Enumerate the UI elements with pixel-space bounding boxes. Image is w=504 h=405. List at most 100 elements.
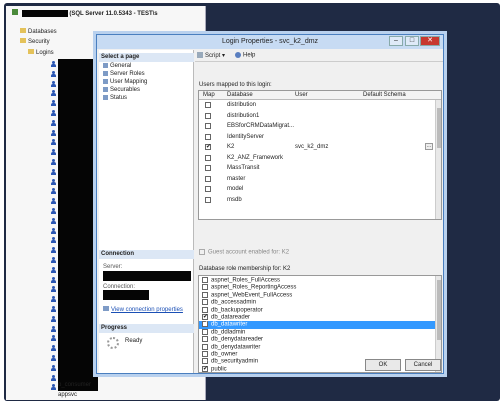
map-checkbox[interactable] — [205, 102, 211, 108]
map-checkbox[interactable] — [205, 175, 211, 182]
login-user-icon — [50, 296, 57, 303]
help-label: Help — [243, 52, 256, 59]
grid-scroll-thumb[interactable] — [437, 108, 441, 148]
mapping-row[interactable]: K2_ANZ_Framework — [199, 154, 435, 163]
minimize-button[interactable]: – — [389, 36, 403, 46]
map-checkbox[interactable] — [205, 133, 211, 140]
login-user-icon — [50, 119, 57, 126]
page-icon — [103, 71, 108, 76]
help-button[interactable]: Help — [235, 52, 255, 59]
role-checkbox[interactable] — [202, 351, 208, 357]
login-item[interactable]: appsvc — [58, 392, 77, 400]
mapping-row[interactable]: msdb — [199, 196, 435, 205]
page-status[interactable]: Status — [103, 95, 127, 103]
user-mapping-pane: Script ▾ Help Users mapped to this login… — [195, 50, 443, 373]
role-checkbox[interactable] — [202, 306, 208, 313]
server-label: Server: — [103, 264, 123, 270]
role-checkbox[interactable] — [202, 336, 208, 343]
database-name: IdentityServer — [227, 133, 265, 140]
login-user-icon — [50, 345, 57, 352]
guest-label: Guest account enabled for: K2 — [208, 249, 290, 256]
role-checkbox[interactable] — [202, 343, 208, 350]
view-connection-properties-link[interactable]: View connection properties — [103, 306, 183, 313]
grid-scrollbar[interactable] — [435, 100, 441, 219]
login-user-icon — [50, 159, 57, 165]
map-checkbox[interactable] — [205, 123, 211, 129]
role-checkbox[interactable] — [202, 358, 208, 365]
cancel-button[interactable]: Cancel — [405, 359, 441, 371]
page-label: Status — [110, 95, 128, 102]
page-icon — [103, 95, 108, 100]
role-checkbox[interactable] — [202, 284, 208, 291]
login-item[interactable]: o_consumer — [58, 382, 91, 390]
mapping-row[interactable]: distribution — [199, 101, 435, 110]
login-user-icon — [50, 70, 57, 77]
mapping-row[interactable]: EBSforCRMDataMigrat... — [199, 122, 435, 131]
page-server-roles[interactable]: Server Roles — [103, 71, 145, 79]
select-page-heading: Select a page — [99, 53, 194, 62]
role-checkbox[interactable] — [202, 328, 208, 335]
login-user-icon — [50, 315, 57, 322]
roles-scrollbar[interactable] — [435, 276, 441, 372]
mapping-row[interactable]: ✔ K2 svc_k2_dmz... — [199, 143, 435, 152]
login-user-icon — [50, 110, 57, 116]
page-user-mapping[interactable]: User Mapping — [103, 79, 147, 87]
mapping-row[interactable]: model — [199, 185, 435, 194]
roles-scroll-thumb[interactable] — [437, 280, 441, 340]
login-user-icon — [50, 178, 57, 185]
script-button[interactable]: Script ▾ — [197, 52, 225, 59]
server-icon — [12, 9, 18, 15]
database-name: model — [227, 186, 244, 192]
ok-button[interactable]: OK — [365, 359, 401, 371]
close-button[interactable]: ✕ — [420, 36, 440, 46]
grid-header: Map Database User Default Schema — [199, 91, 441, 100]
role-checkbox[interactable] — [202, 277, 208, 283]
login-user-icon — [50, 217, 57, 224]
page-label: User Mapping — [110, 79, 148, 86]
checked-checkbox[interactable]: ✔ — [202, 365, 208, 372]
maximize-button[interactable]: □ — [405, 36, 419, 46]
mapped-user[interactable]: svc_k2_dmz — [295, 144, 328, 150]
checked-checkbox[interactable]: ✔ — [202, 314, 208, 320]
role-name: db_backupoperator — [211, 307, 263, 314]
map-checkbox[interactable] — [205, 154, 211, 161]
mapping-row[interactable]: IdentityServer — [199, 133, 435, 142]
title-bar[interactable]: Login Properties - svc_k2_dmz – □ ✕ — [97, 35, 443, 49]
checked-checkbox[interactable]: ✔ — [202, 321, 208, 328]
login-properties-dialog: Login Properties - svc_k2_dmz – □ ✕ Sele… — [96, 34, 444, 374]
login-user-icon — [50, 188, 57, 195]
schema-browse-button[interactable]: ... — [425, 143, 433, 150]
role-name: aspnet_Roles_FullAccess — [211, 277, 281, 284]
login-user-icon — [50, 100, 57, 107]
tree-logins[interactable]: Logins — [28, 49, 54, 57]
checkbox-box — [199, 249, 205, 255]
role-name: public — [211, 366, 227, 373]
page-securables[interactable]: Securables — [103, 87, 140, 95]
tree-security[interactable]: Security — [20, 38, 50, 46]
role-membership-label: Database role membership for: K2 — [199, 266, 291, 272]
page-icon — [103, 79, 108, 84]
role-name: aspnet_Roles_ReportingAccess — [211, 284, 297, 291]
script-label: Script — [205, 53, 221, 59]
page-label: General — [110, 63, 132, 70]
role-name: db_denydatareader — [211, 336, 264, 343]
login-name: o_consumer — [58, 382, 92, 388]
role-checkbox[interactable] — [202, 299, 208, 306]
map-checkbox[interactable] — [205, 112, 211, 119]
map-checkbox[interactable] — [205, 186, 211, 192]
mapping-row[interactable]: MassTransit — [199, 164, 435, 173]
role-checkbox[interactable] — [202, 291, 208, 298]
mapping-row[interactable]: master — [199, 175, 435, 184]
redacted-login-names — [58, 59, 98, 391]
page-general[interactable]: General — [103, 63, 131, 71]
map-checkbox[interactable] — [205, 165, 211, 171]
map-checkbox[interactable] — [205, 196, 211, 203]
login-user-icon — [50, 355, 57, 361]
login-user-icon — [50, 80, 57, 87]
mapping-row[interactable]: distribution1 — [199, 112, 435, 121]
guest-account-checkbox[interactable]: Guest account enabled for: K2 — [199, 249, 289, 256]
role-name: db_securityadmin — [211, 358, 259, 365]
server-node[interactable]: (SQL Server 11.0.5343 - TEST\s — [12, 9, 158, 17]
tree-databases[interactable]: Databases — [20, 28, 57, 36]
checked-checkbox[interactable]: ✔ — [205, 144, 211, 150]
